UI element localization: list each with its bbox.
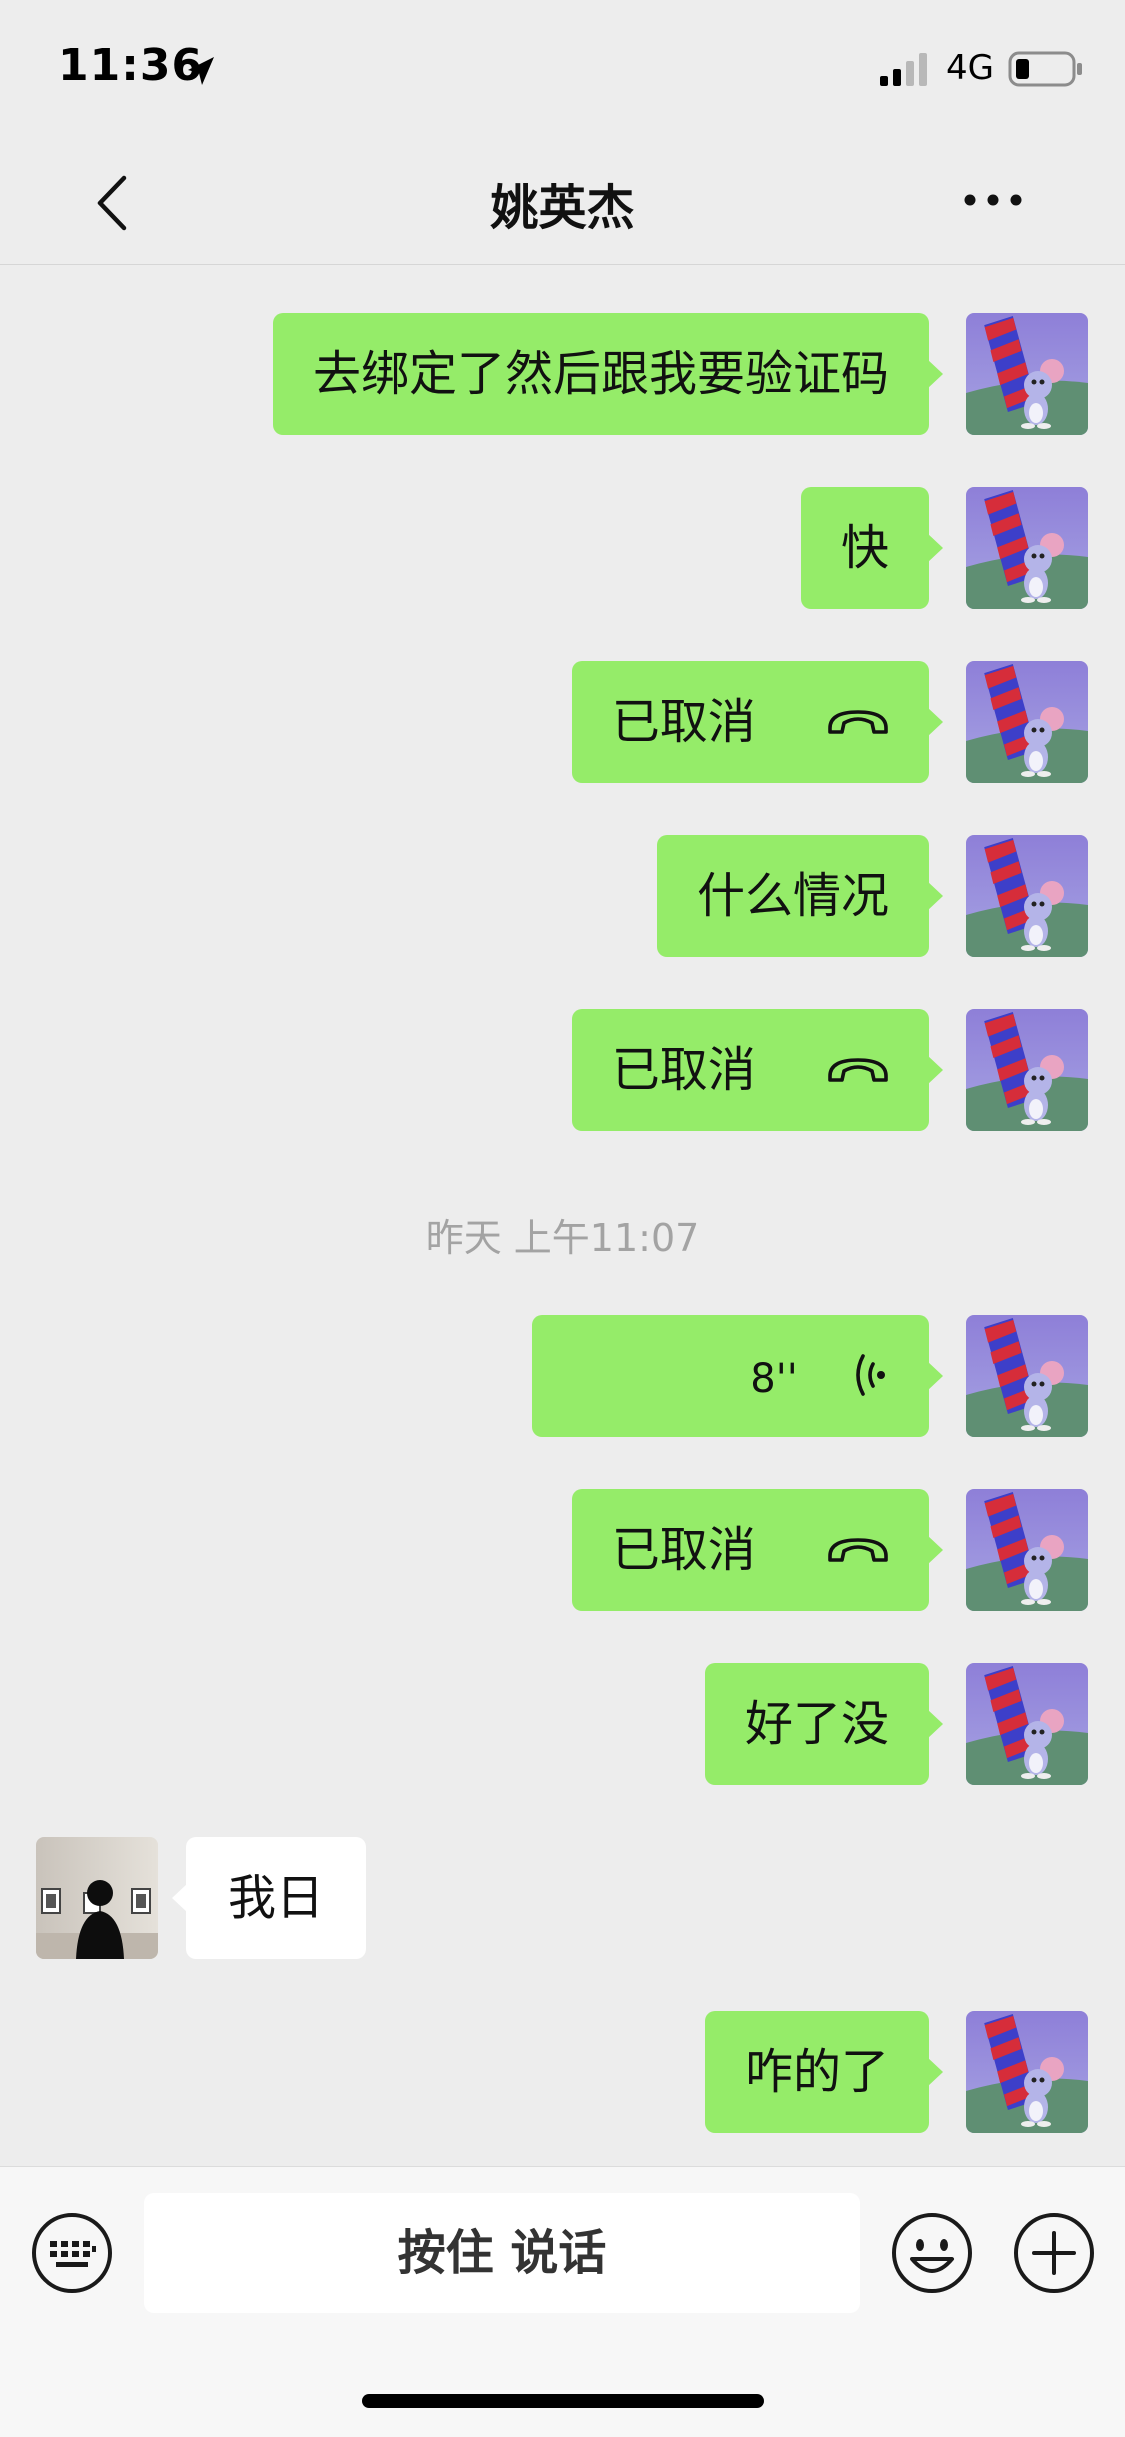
my-avatar[interactable] bbox=[966, 1009, 1088, 1131]
message-text: 快 bbox=[840, 520, 889, 576]
my-avatar[interactable] bbox=[966, 835, 1088, 957]
message-list[interactable]: 去绑定了然后跟我要验证码 快 已取消 什么情况 已取消 昨天 上午11:07 8… bbox=[0, 265, 1125, 2165]
message-row: 我日 bbox=[0, 1837, 1125, 1961]
message-text: 什么情况 bbox=[696, 868, 889, 924]
message-row: 咋的了 bbox=[0, 2011, 1125, 2135]
my-avatar[interactable] bbox=[966, 1663, 1088, 1785]
battery-icon bbox=[1008, 51, 1082, 87]
voice-duration: 8'' bbox=[750, 1356, 798, 1402]
call-status-text: 已取消 bbox=[611, 1042, 756, 1098]
message-row: 什么情况 bbox=[0, 835, 1125, 959]
phone-hangup-icon bbox=[827, 1534, 889, 1564]
home-indicator[interactable] bbox=[362, 2394, 764, 2408]
my-avatar[interactable] bbox=[966, 661, 1088, 783]
emoji-icon[interactable] bbox=[890, 2211, 974, 2295]
contact-avatar[interactable] bbox=[36, 1837, 158, 1959]
my-avatar[interactable] bbox=[966, 487, 1088, 609]
call-status-text: 已取消 bbox=[611, 1522, 756, 1578]
status-bar: 11:36 4G bbox=[0, 0, 1125, 140]
signal-icon bbox=[880, 53, 927, 86]
phone-hangup-icon bbox=[827, 706, 889, 736]
keyboard-icon[interactable] bbox=[30, 2211, 114, 2295]
message-text: 我日 bbox=[228, 1870, 325, 1926]
message-text: 好了没 bbox=[744, 1696, 889, 1752]
call-cancelled-bubble[interactable]: 已取消 bbox=[571, 1489, 944, 1611]
message-row: 8'' bbox=[0, 1315, 1125, 1439]
my-avatar[interactable] bbox=[966, 1489, 1088, 1611]
location-arrow-icon bbox=[188, 57, 214, 85]
message-row: 已取消 bbox=[0, 661, 1125, 785]
message-row: 已取消 bbox=[0, 1009, 1125, 1133]
chat-title: 姚英杰 bbox=[490, 180, 635, 236]
voice-wave-icon bbox=[856, 1354, 885, 1396]
message-text: 咋的了 bbox=[744, 2044, 889, 2100]
call-cancelled-bubble[interactable]: 已取消 bbox=[571, 661, 944, 783]
more-options-button[interactable] bbox=[960, 180, 1026, 220]
message-row: 好了没 bbox=[0, 1663, 1125, 1787]
voice-message-bubble[interactable]: 8'' bbox=[532, 1315, 943, 1437]
chat-header: 姚英杰 bbox=[0, 140, 1125, 265]
outgoing-message-bubble[interactable]: 快 bbox=[800, 487, 944, 609]
outgoing-message-bubble[interactable]: 去绑定了然后跟我要验证码 bbox=[272, 313, 944, 435]
hold-to-talk-button[interactable]: 按住 说话 bbox=[144, 2193, 860, 2313]
my-avatar[interactable] bbox=[966, 313, 1088, 435]
phone-hangup-icon bbox=[827, 1054, 889, 1084]
outgoing-message-bubble[interactable]: 咋的了 bbox=[704, 2011, 944, 2133]
call-status-text: 已取消 bbox=[611, 694, 756, 750]
message-timestamp: 昨天 上午11:07 bbox=[425, 1216, 700, 1260]
outgoing-message-bubble[interactable]: 好了没 bbox=[704, 1663, 944, 1785]
message-row: 去绑定了然后跟我要验证码 bbox=[0, 313, 1125, 437]
message-row: 已取消 bbox=[0, 1489, 1125, 1613]
message-row: 快 bbox=[0, 487, 1125, 611]
network-type-label: 4G bbox=[946, 48, 994, 88]
plus-icon[interactable] bbox=[1012, 2211, 1096, 2295]
outgoing-message-bubble[interactable]: 什么情况 bbox=[656, 835, 944, 957]
call-cancelled-bubble[interactable]: 已取消 bbox=[571, 1009, 944, 1131]
incoming-message-bubble[interactable]: 我日 bbox=[171, 1837, 367, 1959]
my-avatar[interactable] bbox=[966, 2011, 1088, 2133]
message-text: 去绑定了然后跟我要验证码 bbox=[312, 346, 889, 402]
my-avatar[interactable] bbox=[966, 1315, 1088, 1437]
